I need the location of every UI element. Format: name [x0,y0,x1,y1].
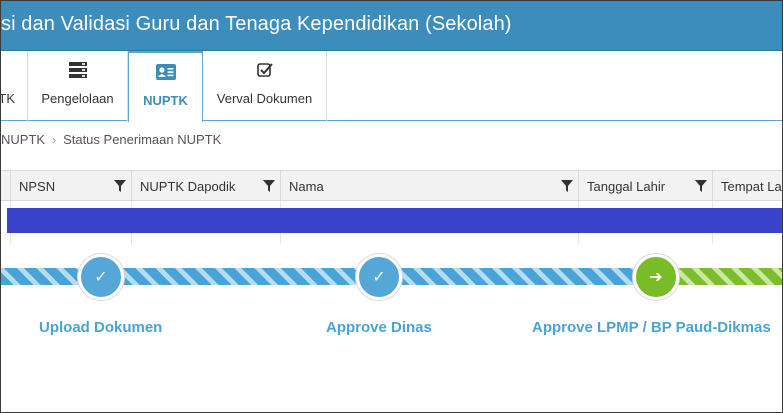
step-label-upload-dokumen: Upload Dokumen [39,319,163,336]
check-icon: ✓ [94,269,108,286]
breadcrumb-item-nuptk[interactable]: NUPTK [1,132,45,147]
tab-pengelolaan[interactable]: Pengelolaan [28,51,128,121]
column-header-nama[interactable]: Nama [280,171,578,201]
tab-label: NUPTK [143,93,188,108]
page-header: si dan Validasi Guru dan Tenaga Kependid… [1,1,782,51]
tab-bar: TK Pengelolaan NUPTK Verval Dokumen [0,51,782,122]
step-node-upload-dokumen: ✓ [78,254,124,300]
column-header-npsn[interactable]: NPSN [10,171,131,201]
column-header-tempat-lahir[interactable]: Tempat Lahir [712,171,782,201]
tab-label: Pengelolaan [41,91,114,106]
tab-label: TK [0,91,15,106]
tab-nuptk[interactable]: NUPTK [128,51,203,122]
breadcrumb-item-status: Status Penerimaan NUPTK [63,132,222,147]
step-label-approve-dinas: Approve Dinas [326,319,432,336]
arrow-right-icon: ➔ [649,269,663,286]
chevron-right-icon: › [52,133,57,147]
tab-label: Verval Dokumen [216,91,313,106]
filter-icon[interactable] [561,180,573,192]
column-header-nuptk-dapodik[interactable]: NUPTK Dapodik [131,171,280,201]
server-icon [28,62,127,80]
filter-icon[interactable] [263,180,275,192]
page-title: si dan Validasi Guru dan Tenaga Kependid… [1,13,512,35]
column-header-tanggal-lahir[interactable]: Tanggal Lahir [578,171,712,201]
table-row[interactable] [7,208,782,233]
column-label: NPSN [19,179,56,194]
filter-icon[interactable] [695,180,707,192]
data-table: NPSN NUPTK Dapodik Nama Tanggal Lahir Te… [1,170,782,244]
checkbox-icon [203,62,326,80]
id-card-icon [129,64,202,82]
tab-tk[interactable]: TK [0,51,28,121]
column-label: Tanggal Lahir [587,179,666,194]
step-node-approve-lpmp: ➔ [633,254,679,300]
column-label: Tempat Lahir [721,179,782,194]
filter-icon[interactable] [114,180,126,192]
tab-verval-dokumen[interactable]: Verval Dokumen [203,51,327,121]
check-icon: ✓ [372,269,386,286]
step-label-approve-lpmp: Approve LPMP / BP Paud-Dikmas [532,319,771,336]
step-node-approve-dinas: ✓ [356,254,402,300]
app-window: si dan Validasi Guru dan Tenaga Kependid… [0,0,783,413]
breadcrumb: NUPTK › Status Penerimaan NUPTK [1,132,221,150]
progress-stepper: ✓ ✓ ➔ Upload Dokumen Approve Dinas Appro… [1,249,782,349]
table-header: NPSN NUPTK Dapodik Nama Tanggal Lahir Te… [1,170,782,201]
column-label: NUPTK Dapodik [140,179,236,194]
column-label: Nama [289,179,324,194]
